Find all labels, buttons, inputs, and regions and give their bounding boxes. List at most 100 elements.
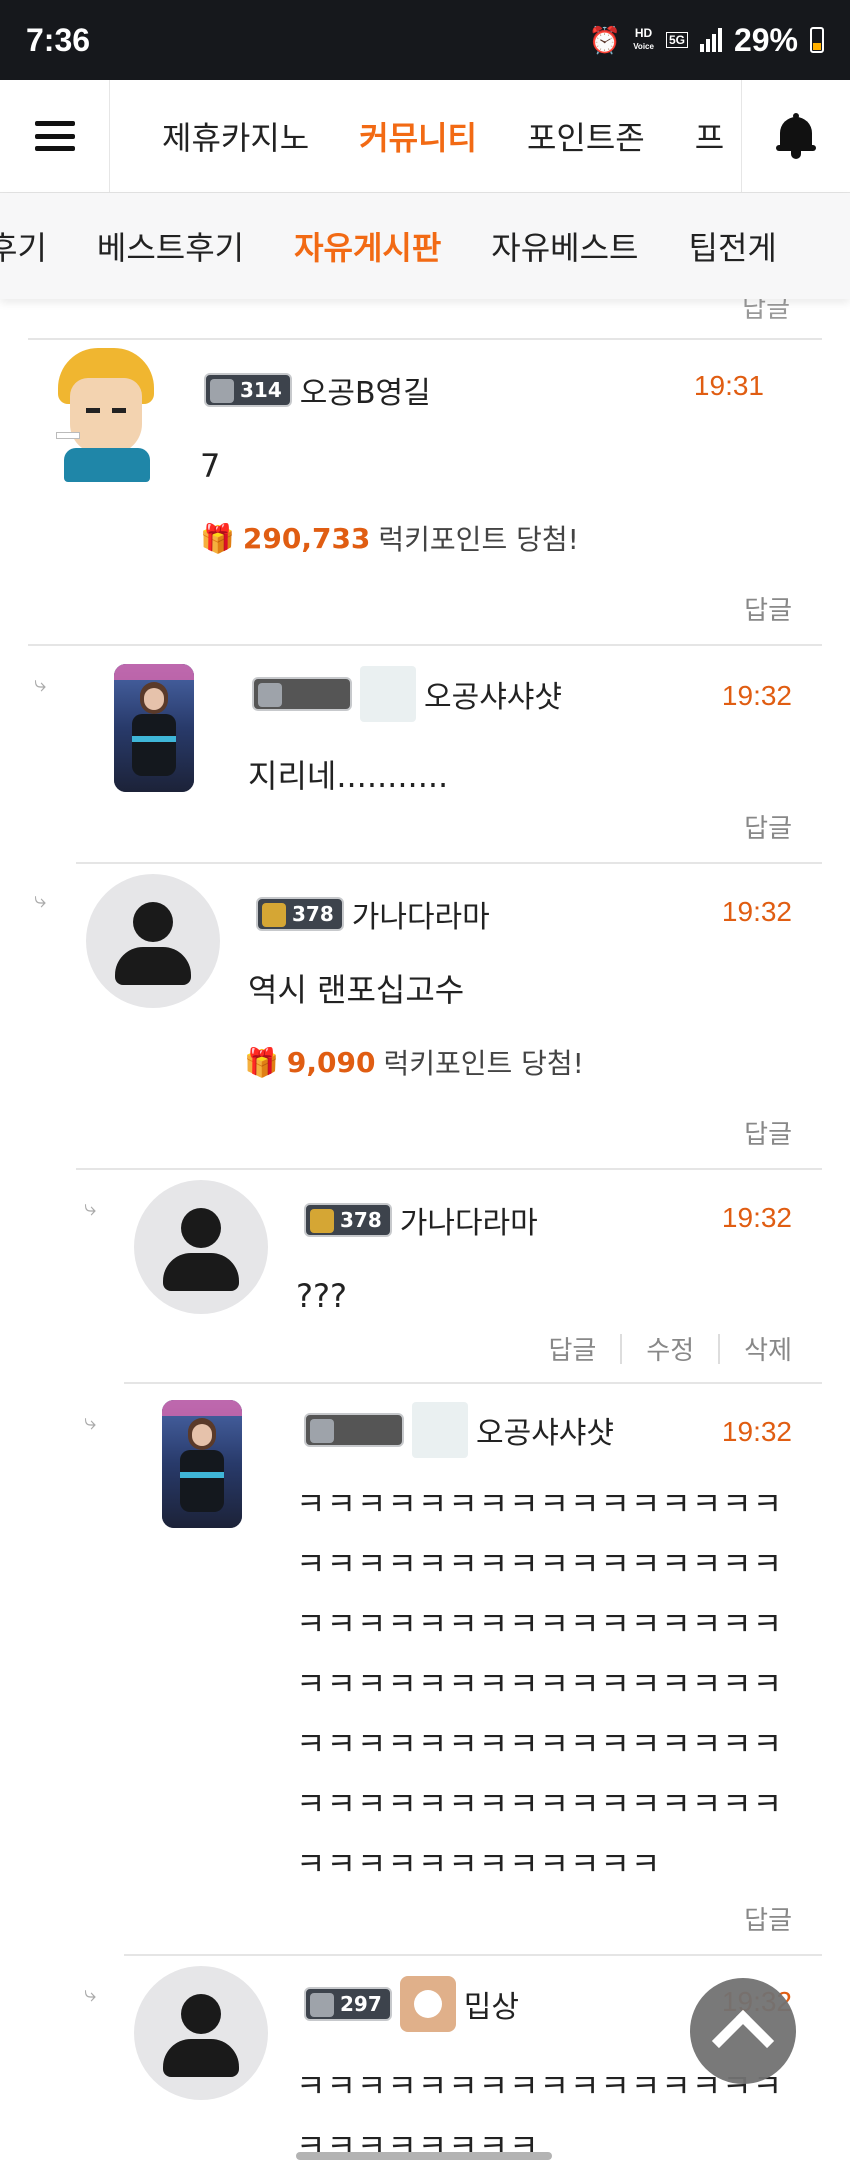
rank-emblem-icon <box>310 1209 334 1233</box>
battery-percent: 29% <box>733 21 798 58</box>
hd-label: HD <box>634 26 653 40</box>
level-badge: 297 <box>304 1987 392 2021</box>
comment-meta: 314 오공B영길 <box>204 368 431 412</box>
subnav-item-tips[interactable]: 팁전게 <box>689 223 777 269</box>
divider <box>718 1333 721 1364</box>
network-label: 5G <box>665 32 688 48</box>
comment-content: 역시 랜포십고수 <box>248 971 465 1009</box>
comment-item: 378 가나다라마 19:32 ??? 답글 수정 삭제 <box>124 1170 822 1384</box>
notification-button[interactable] <box>741 80 850 192</box>
sub-nav: 후기 베스트후기 자유게시판 자유베스트 팁전게 <box>0 193 850 299</box>
comment-content: ㅋㅋㅋㅋㅋㅋㅋㅋㅋㅋㅋㅋㅋㅋㅋㅋㅋㅋㅋㅋㅋㅋㅋㅋㅋㅋㅋㅋㅋㅋㅋㅋㅋㅋㅋㅋㅋㅋㅋㅋ… <box>296 1485 784 1883</box>
comment-time: 19:32 <box>721 1416 792 1447</box>
comment-item: 오공샤샤샷 19:32 지리네........... 답글 <box>76 648 822 864</box>
avatar-image <box>56 348 156 482</box>
nav-item-point-zone[interactable]: 포인트존 <box>527 113 645 159</box>
level-badge: 378 <box>304 1203 392 1237</box>
rank-emblem-icon <box>258 683 282 707</box>
username[interactable]: 오공샤샤샷 <box>476 1408 614 1452</box>
username[interactable]: 오공B영길 <box>300 368 431 412</box>
profile-badge-icon <box>412 1402 468 1458</box>
avatar[interactable] <box>86 874 220 1008</box>
comment-item: 378 가나다라마 19:32 역시 랜포십고수 🎁 9,090 럭키포인트 당… <box>76 864 822 1170</box>
comment-actions: 답글 <box>744 808 792 845</box>
comment-actions: 답글 <box>744 1114 792 1151</box>
level-badge: 378 <box>256 897 344 931</box>
top-nav: 제휴카지노 커뮤니티 포인트존 프 <box>0 80 850 193</box>
rank-emblem-icon <box>210 379 234 403</box>
comment-actions: 답글 수정 삭제 <box>548 1330 792 1367</box>
level-number: 378 <box>292 902 334 926</box>
nav-item-overflow[interactable]: 프 <box>695 113 724 159</box>
lucky-point-notice: 🎁 9,090 럭키포인트 당첨! <box>244 1042 584 1082</box>
default-avatar-icon <box>134 1180 268 1314</box>
comment-item: 오공샤샤샷 19:32 ㅋㅋㅋㅋㅋㅋㅋㅋㅋㅋㅋㅋㅋㅋㅋㅋㅋㅋㅋㅋㅋㅋㅋㅋㅋㅋㅋㅋ… <box>124 1384 822 1956</box>
voice-label: Voice <box>633 42 654 51</box>
level-number: 297 <box>340 1992 382 2016</box>
avatar[interactable] <box>134 1966 268 2100</box>
comment-item: 314 오공B영길 19:31 7 🎁 290,733 럭키포인트 당첨! 답글 <box>28 340 822 646</box>
comment-time: 19:31 <box>693 370 764 401</box>
avatar[interactable] <box>162 1400 242 1528</box>
reply-link[interactable]: 답글 <box>744 1900 792 1937</box>
lucky-point-notice: 🎁 290,733 럭키포인트 당첨! <box>200 518 579 558</box>
reply-arrow-icon: ⤷ <box>84 1982 97 2007</box>
gift-icon: 🎁 <box>200 521 235 555</box>
comment-meta: 378 가나다라마 <box>304 1198 538 1242</box>
reply-arrow-icon: ⤷ <box>84 1196 97 1221</box>
comment-meta: 오공샤샤샷 <box>304 1402 614 1458</box>
chevron-up-icon <box>711 2009 775 2073</box>
comment-meta: 오공샤샤샷 <box>252 666 562 722</box>
comment-time: 19:32 <box>721 680 792 711</box>
status-bar: 7:36 ⏰ HD Voice 5G 29% <box>0 0 850 80</box>
subnav-item-free-best[interactable]: 자유베스트 <box>491 223 638 269</box>
avatar[interactable] <box>56 348 156 482</box>
profile-badge-icon <box>399 1976 456 2032</box>
delete-link[interactable]: 삭제 <box>744 1330 792 1367</box>
rank-emblem-icon <box>310 1419 334 1443</box>
comment-time: 19:32 <box>721 1202 792 1233</box>
nav-item-community[interactable]: 커뮤니티 <box>359 113 477 159</box>
comment-content: 7 <box>200 447 221 485</box>
reply-link[interactable]: 답글 <box>744 1114 792 1151</box>
edit-link[interactable]: 수정 <box>646 1330 694 1367</box>
reply-link[interactable]: 답글 <box>548 1330 596 1367</box>
comment-meta: 378 가나다라마 <box>256 892 490 936</box>
signal-icon <box>699 28 722 52</box>
rank-emblem-icon <box>262 903 286 927</box>
reply-link[interactable]: 답글 <box>744 808 792 845</box>
comment-actions: 답글 <box>744 590 792 627</box>
avatar-image <box>162 1400 242 1528</box>
comment-meta: 297 밉상 <box>304 1976 519 2032</box>
subnav-item-best-reviews[interactable]: 베스트후기 <box>97 223 244 269</box>
status-time: 7:36 <box>26 21 91 58</box>
prize-text: 럭키포인트 당첨! <box>378 523 579 556</box>
avatar[interactable] <box>114 664 194 792</box>
home-indicator[interactable] <box>296 2152 552 2160</box>
subnav-item-reviews[interactable]: 후기 <box>0 223 47 269</box>
username[interactable]: 가나다라마 <box>352 892 490 936</box>
scroll-top-button[interactable] <box>690 1978 796 2084</box>
level-number: 314 <box>240 378 282 402</box>
username[interactable]: 가나다라마 <box>400 1198 538 1242</box>
prize-amount: 9,090 <box>286 1045 376 1079</box>
battery-icon <box>810 27 824 53</box>
default-avatar-icon <box>86 874 220 1008</box>
avatar[interactable] <box>134 1180 268 1314</box>
subnav-item-free-board[interactable]: 자유게시판 <box>294 223 441 269</box>
reply-arrow-icon: ⤷ <box>34 672 47 697</box>
bell-icon <box>776 113 816 159</box>
username[interactable]: 밉상 <box>464 1982 519 2026</box>
avatar-image <box>114 664 194 792</box>
alarm-icon: ⏰ <box>588 24 622 55</box>
hamburger-menu-icon <box>34 121 75 151</box>
divider <box>620 1333 623 1364</box>
username[interactable]: 오공샤샤샷 <box>424 672 562 716</box>
top-nav-items: 제휴카지노 커뮤니티 포인트존 프 <box>110 80 741 192</box>
menu-button[interactable] <box>0 80 110 192</box>
level-badge <box>304 1413 404 1447</box>
reply-link[interactable]: 답글 <box>744 590 792 627</box>
nav-item-partner-casino[interactable]: 제휴카지노 <box>162 113 309 159</box>
default-avatar-icon <box>134 1966 268 2100</box>
level-badge <box>252 677 352 711</box>
